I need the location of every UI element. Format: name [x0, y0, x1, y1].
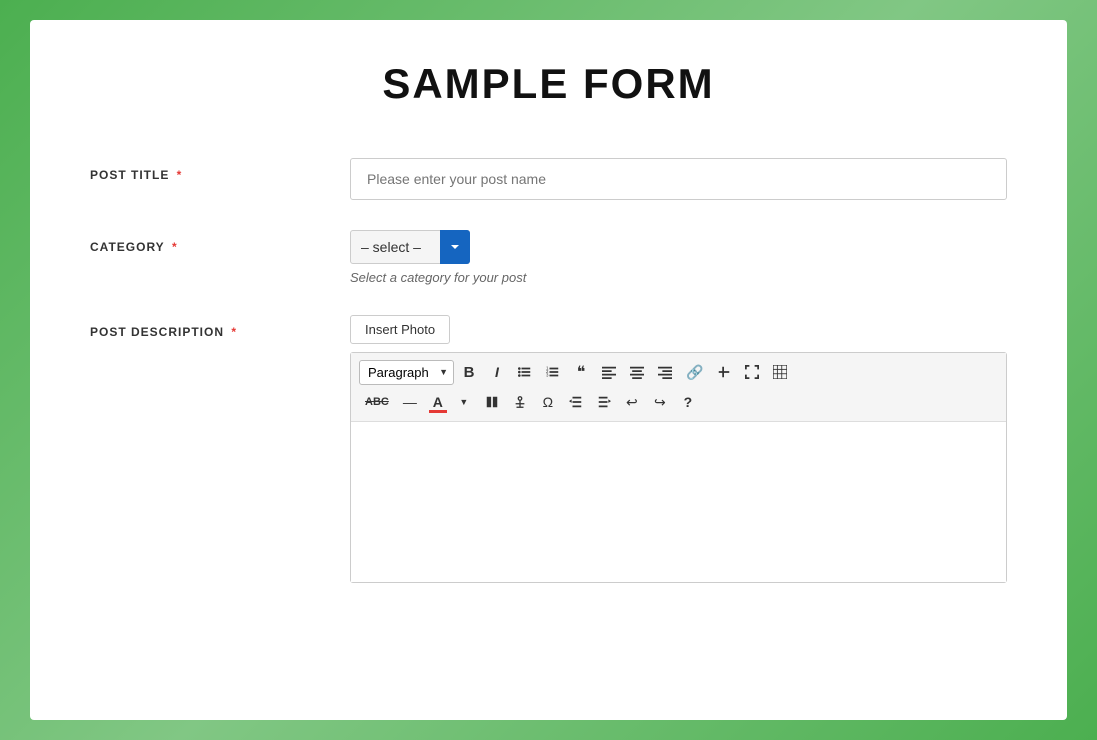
- anchor-button[interactable]: [507, 389, 533, 415]
- font-color-button[interactable]: A: [425, 389, 451, 415]
- outdent-icon: [569, 395, 583, 409]
- align-right-icon: [658, 365, 672, 379]
- horizontal-rule-button[interactable]: —: [397, 389, 423, 415]
- table-icon: [773, 365, 787, 379]
- post-description-label: POST DESCRIPTION *: [90, 315, 350, 339]
- unlink-button[interactable]: [711, 359, 737, 385]
- omega-button[interactable]: Ω: [535, 389, 561, 415]
- category-field: – select – Select a category for your po…: [350, 230, 1007, 285]
- category-row: CATEGORY * – select – Select a category …: [90, 230, 1007, 285]
- align-left-button[interactable]: [596, 359, 622, 385]
- outdent-button[interactable]: [563, 389, 589, 415]
- category-label: CATEGORY *: [90, 230, 350, 254]
- help-button[interactable]: ?: [675, 389, 701, 415]
- undo-button[interactable]: ↩: [619, 389, 645, 415]
- required-asterisk: *: [227, 325, 237, 339]
- anchor-icon: [513, 395, 527, 409]
- svg-text:3: 3: [546, 372, 549, 377]
- editor-wrapper: Paragraph B I 123 ❝: [350, 352, 1007, 583]
- fullscreen-icon: [745, 365, 759, 379]
- post-description-field: Insert Photo Paragraph B I: [350, 315, 1007, 583]
- post-title-input[interactable]: [350, 158, 1007, 200]
- fullscreen-button[interactable]: [739, 359, 765, 385]
- format-clear-button[interactable]: [479, 389, 505, 415]
- align-center-icon: [630, 365, 644, 379]
- table-button[interactable]: [767, 359, 793, 385]
- indent-icon: [597, 395, 611, 409]
- post-title-label: POST TITLE *: [90, 158, 350, 182]
- required-asterisk: *: [168, 240, 178, 254]
- paragraph-select-wrapper: Paragraph: [359, 360, 454, 385]
- editor-toolbar: Paragraph B I 123 ❝: [351, 353, 1006, 422]
- form-container: SAMPLE FORM POST TITLE * CATEGORY * – se…: [30, 20, 1067, 720]
- align-left-icon: [602, 365, 616, 379]
- align-center-button[interactable]: [624, 359, 650, 385]
- editor-content[interactable]: [351, 422, 1006, 582]
- post-title-field: [350, 158, 1007, 200]
- italic-button[interactable]: I: [484, 359, 510, 385]
- insert-photo-button[interactable]: Insert Photo: [350, 315, 450, 344]
- required-asterisk: *: [172, 168, 182, 182]
- redo-button[interactable]: ↪: [647, 389, 673, 415]
- bold-button[interactable]: B: [456, 359, 482, 385]
- post-description-row: POST DESCRIPTION * Insert Photo Paragrap…: [90, 315, 1007, 583]
- toolbar-row-2: ABC — A ▼ Ω: [359, 389, 998, 415]
- ordered-list-icon: 123: [546, 365, 560, 379]
- indent-button[interactable]: [591, 389, 617, 415]
- post-title-row: POST TITLE *: [90, 158, 1007, 200]
- toolbar-row-1: Paragraph B I 123 ❝: [359, 359, 998, 385]
- chevron-down-icon: [450, 242, 460, 252]
- strikethrough-button[interactable]: ABC: [359, 389, 395, 415]
- select-arrow-button[interactable]: [440, 230, 470, 264]
- format-clear-icon: [485, 395, 499, 409]
- category-hint: Select a category for your post: [350, 270, 1007, 285]
- paragraph-select[interactable]: Paragraph: [359, 360, 454, 385]
- unordered-list-icon: [518, 365, 532, 379]
- font-color-wrapper: A ▼: [425, 389, 477, 415]
- link-button[interactable]: 🔗: [680, 359, 709, 385]
- page-title: SAMPLE FORM: [90, 60, 1007, 108]
- font-color-arrow-button[interactable]: ▼: [451, 389, 477, 415]
- ordered-list-button[interactable]: 123: [540, 359, 566, 385]
- category-select-wrapper: – select –: [350, 230, 470, 264]
- unordered-list-button[interactable]: [512, 359, 538, 385]
- align-right-button[interactable]: [652, 359, 678, 385]
- unlink-icon: [717, 365, 731, 379]
- blockquote-button[interactable]: ❝: [568, 359, 594, 385]
